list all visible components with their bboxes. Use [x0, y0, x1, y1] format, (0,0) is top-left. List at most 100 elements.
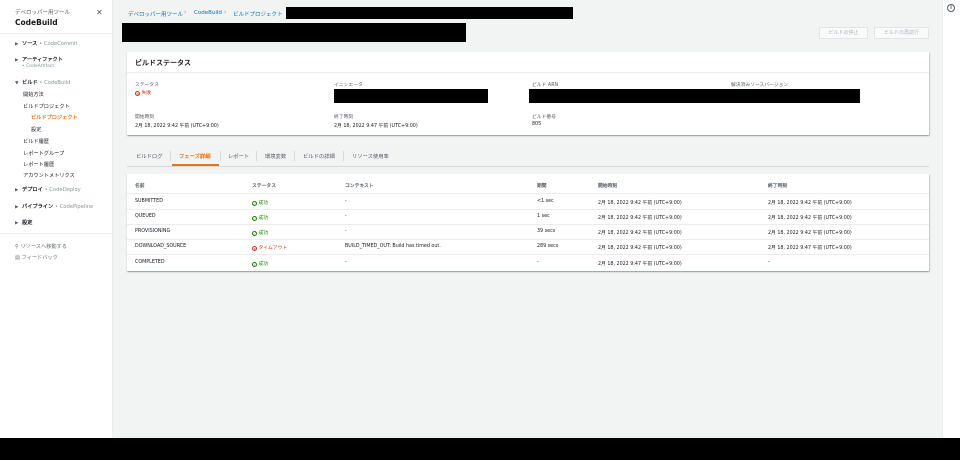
tab-resource-utilization[interactable]: リソース使用率: [352, 152, 389, 160]
nav-report-history[interactable]: レポート履歴: [23, 161, 54, 168]
tabs-baseline: [127, 166, 929, 167]
stop-build-button[interactable]: ビルドの停止: [819, 27, 868, 39]
table-row-name: QUEUED: [135, 214, 156, 219]
status-label: ステータス: [135, 83, 159, 88]
table-row-duration: -: [537, 260, 539, 265]
divider: [127, 72, 929, 73]
table-row-start: 2月 18, 2022 9:47 午前 (UTC+9:00): [598, 262, 682, 267]
start-time-value: 2月 18, 2022 9:42 午前 (UTC+9:00): [135, 124, 219, 129]
table-row-status: ✓ 成功: [252, 215, 269, 221]
success-icon: ✓: [252, 215, 257, 221]
codebuild-console: デベロッパー用ツール CodeBuild ✕ ▶ ソース • CodeCommit…: [0, 0, 960, 438]
table-row-end: 2月 18, 2022 9:47 午前 (UTC+9:00): [768, 246, 852, 251]
table-row-context: -: [345, 214, 347, 219]
breadcrumb-devtools[interactable]: デベロッパー用ツール: [128, 10, 183, 18]
divider: [127, 209, 929, 210]
nav-deploy[interactable]: ▶ デプロイ • CodeDeploy: [15, 186, 81, 193]
table-row-status: ✓ 成功: [252, 200, 269, 206]
caret-right-icon: ▶: [15, 205, 19, 210]
tab-env-vars[interactable]: 環境変数: [265, 152, 286, 160]
table-row-end: -: [768, 260, 770, 265]
tab-phase-details[interactable]: フェーズ詳細: [179, 152, 211, 160]
nav-account-metrics[interactable]: アカウントメトリクス: [23, 172, 75, 179]
tab-reports[interactable]: レポート: [228, 152, 249, 160]
tab-build-logs[interactable]: ビルドログ: [136, 152, 163, 160]
table-row-duration: 1 sec: [537, 214, 550, 219]
nav-source[interactable]: ▶ ソース • CodeCommit: [15, 40, 78, 47]
table-row-end: 2月 18, 2022 9:42 午前 (UTC+9:00): [768, 231, 852, 236]
table-row-start: 2月 18, 2022 9:42 午前 (UTC+9:00): [598, 201, 682, 206]
feedback-icon: ▤: [15, 255, 20, 261]
divider: [127, 254, 929, 255]
nav-report-groups[interactable]: レポートグループ: [23, 150, 64, 157]
success-icon: ✓: [252, 200, 257, 206]
service-title[interactable]: CodeBuild: [15, 18, 58, 27]
table-row-start: 2月 18, 2022 9:42 午前 (UTC+9:00): [598, 216, 682, 221]
caret-right-icon: ▶: [15, 58, 19, 63]
breadcrumb-codebuild[interactable]: CodeBuild: [194, 10, 222, 16]
success-icon: ✓: [252, 261, 257, 267]
caret-right-icon: ▶: [15, 188, 19, 193]
table-row-status: ✓ 成功: [252, 261, 269, 267]
error-icon: ×: [252, 245, 257, 251]
caret-right-icon: ▶: [15, 42, 19, 47]
status-value: × 失敗: [135, 90, 152, 96]
error-icon: ×: [135, 90, 140, 96]
table-row-end: 2月 18, 2022 9:42 午前 (UTC+9:00): [768, 201, 852, 206]
info-icon[interactable]: i: [947, 4, 955, 12]
divider: [343, 151, 344, 161]
redacted-build-arn: [529, 89, 860, 103]
table-row-duration: 39 secs: [537, 229, 556, 234]
end-time-label: 終了時刻: [334, 115, 354, 120]
nav-build-projects[interactable]: ビルドプロジェクト: [23, 103, 70, 110]
build-status-card: ビルドステータス ステータス × 失敗 イニシエータ ビルド ARN 解決済みソー…: [127, 52, 929, 135]
table-row-context: -: [345, 229, 347, 234]
phase-details-table: 名前 ステータス コンテキスト 期間 開始時刻 終了時刻 SUBMITTED ✓…: [127, 174, 929, 271]
breadcrumb-chevron-icon: ›: [184, 9, 187, 16]
redacted-page-title: [122, 23, 466, 42]
table-row-duration: 289 secs: [537, 244, 559, 249]
nav-getting-started[interactable]: 開始方法: [23, 91, 44, 98]
table-row-context: -: [345, 260, 347, 265]
table-row-name: COMPLETED: [135, 260, 165, 265]
close-icon[interactable]: ✕: [96, 8, 103, 17]
go-to-resource-link[interactable]: ⚲ リソースへ移動する: [15, 243, 67, 250]
nav-artifacts[interactable]: ▶ アーティファクト: [15, 56, 63, 63]
nav-settings-sub[interactable]: 設定: [31, 126, 41, 133]
nav-build[interactable]: ▼ ビルド • CodeBuild: [15, 79, 70, 86]
table-row-name: SUBMITTED: [135, 199, 163, 204]
divider: [256, 151, 257, 161]
service-group-label: デベロッパー用ツール: [15, 10, 71, 16]
table-row-duration: <1 sec: [537, 199, 554, 204]
card-title: ビルドステータス: [135, 59, 191, 67]
divider: [170, 151, 171, 161]
nav-pipeline[interactable]: ▶ パイプライン • CodePipeline: [15, 203, 93, 210]
column-header-name: 名前: [135, 184, 145, 189]
caret-down-icon: ▼: [15, 81, 19, 86]
column-header-end: 終了時刻: [768, 184, 788, 189]
nav-build-history[interactable]: ビルド履歴: [23, 138, 49, 145]
table-row-name: DOWNLOAD_SOURCE: [135, 244, 187, 249]
nav-build-project-current[interactable]: ビルドプロジェクト: [31, 114, 78, 121]
divider: [127, 193, 929, 194]
divider: [0, 233, 113, 234]
search-icon: ⚲: [15, 244, 19, 250]
table-row-start: 2月 18, 2022 9:42 午前 (UTC+9:00): [598, 231, 682, 236]
help-panel-rail: i: [942, 0, 960, 438]
table-row-context: -: [345, 199, 347, 204]
column-header-status: ステータス: [252, 184, 276, 189]
divider: [294, 151, 295, 161]
breadcrumb-build-projects[interactable]: ビルドプロジェクト: [233, 10, 283, 18]
divider: [127, 239, 929, 240]
nav-settings[interactable]: ▶ 設定: [15, 219, 32, 226]
caret-right-icon: ▶: [15, 221, 19, 226]
retry-build-button[interactable]: ビルドの再試行: [874, 27, 929, 39]
feedback-link[interactable]: ▤ フィードバック: [15, 254, 58, 261]
tab-build-details[interactable]: ビルドの詳細: [303, 152, 335, 160]
build-number-value: 805: [532, 122, 542, 127]
initiator-label: イニシエータ: [334, 83, 363, 88]
end-time-value: 2月 18, 2022 9:47 午前 (UTC+9:00): [334, 124, 418, 129]
redacted-initiator: [334, 89, 488, 103]
build-arn-label: ビルド ARN: [532, 83, 559, 88]
divider: [0, 33, 113, 34]
